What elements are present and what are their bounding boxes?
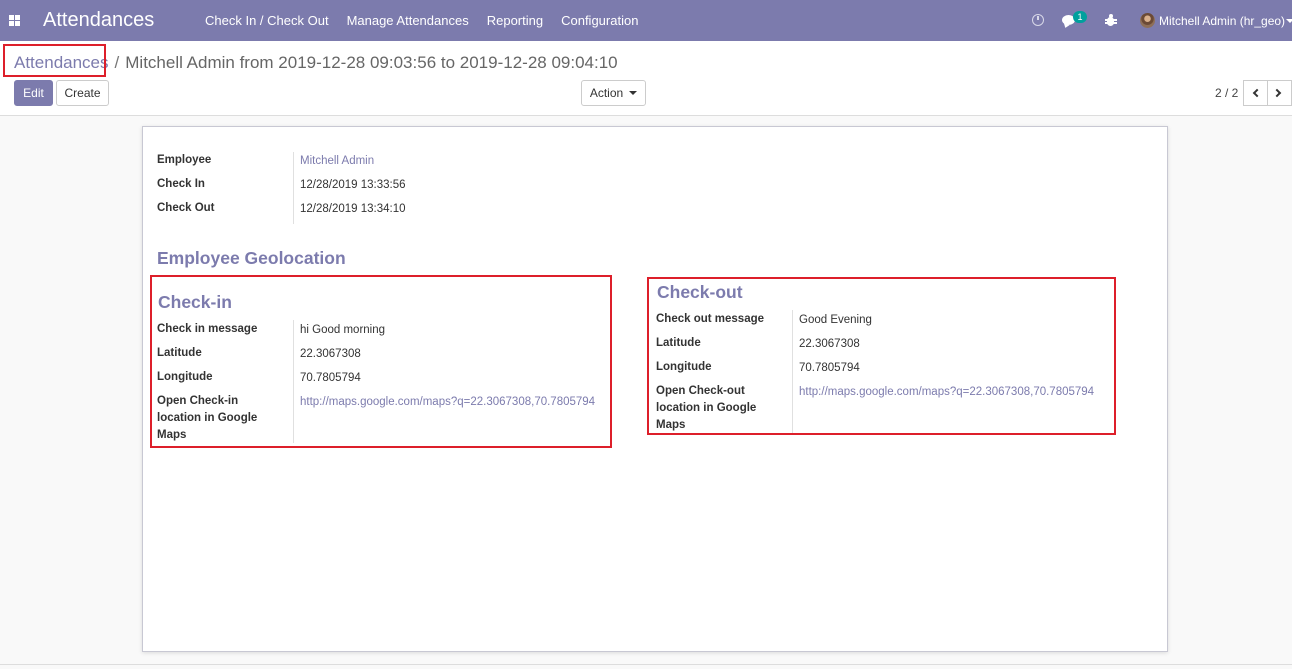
check-in-map-label-line: Open Check-in [157, 395, 239, 407]
action-dropdown[interactable]: Action [581, 80, 646, 106]
check-out-section-title: Check-out [657, 282, 743, 302]
apps-menu-icon[interactable] [9, 15, 20, 26]
check-in-longitude-label: Longitude [157, 371, 213, 383]
menu-reporting[interactable]: Reporting [478, 13, 552, 28]
menu-manage-attendances[interactable]: Manage Attendances [338, 13, 478, 28]
check-out-longitude-label: Longitude [656, 361, 712, 373]
check-out-message-value: Good Evening [799, 314, 872, 326]
check-in-label: Check In [157, 178, 205, 190]
app-brand[interactable]: Attendances [43, 9, 154, 31]
check-in-map-label: Open Check-in location in Google Maps [157, 393, 292, 444]
breadcrumb-separator: / [114, 53, 120, 72]
breadcrumb-current: Mitchell Admin from 2019-12-28 09:03:56 … [125, 53, 618, 72]
pager-previous-button[interactable] [1243, 80, 1268, 106]
main-menu: Check In / Check Out Manage Attendances … [196, 0, 647, 41]
check-out-map-label-line: Open Check-out [656, 385, 745, 397]
main-group-divider [293, 152, 294, 224]
check-out-latitude-label: Latitude [656, 337, 701, 349]
check-in-value: 12/28/2019 13:33:56 [300, 179, 406, 191]
check-out-latitude-value: 22.3067308 [799, 338, 860, 350]
breadcrumb-attendances-link[interactable]: Attendances [14, 53, 109, 72]
check-in-section-title: Check-in [158, 292, 232, 312]
check-out-map-label-line: location in Google [656, 402, 757, 414]
menu-check-in-check-out[interactable]: Check In / Check Out [196, 13, 338, 28]
menu-configuration[interactable]: Configuration [552, 13, 647, 28]
activity-clock-icon[interactable] [1032, 14, 1044, 26]
geolocation-title: Employee Geolocation [157, 248, 346, 268]
check-in-map-link[interactable]: http://maps.google.com/maps?q=22.3067308… [300, 394, 595, 411]
check-out-label: Check Out [157, 202, 215, 214]
caret-down-icon [629, 91, 638, 95]
employee-label: Employee [157, 154, 212, 166]
check-out-map-label: Open Check-out location in Google Maps [656, 383, 791, 434]
check-out-message-label: Check out message [656, 313, 765, 325]
control-panel: Attendances / Mitchell Admin from 2019-12-… [0, 41, 1292, 116]
check-in-map-label-line: location in Google [157, 412, 258, 424]
check-out-value: 12/28/2019 13:34:10 [300, 203, 406, 215]
pager-value[interactable]: 2 / 2 [1215, 86, 1238, 100]
check-in-longitude-value: 70.7805794 [300, 372, 361, 384]
user-menu[interactable]: Mitchell Admin (hr_geo) [1159, 14, 1285, 28]
chevron-left-icon [1252, 88, 1262, 98]
check-in-map-label-line: Maps [157, 429, 187, 441]
check-in-group-divider [293, 320, 294, 443]
check-in-message-label: Check in message [157, 323, 258, 335]
check-in-message-value: hi Good morning [300, 324, 386, 336]
form-sheet: Employee Mitchell Admin Check In 12/28/2… [142, 126, 1168, 652]
edit-button[interactable]: Edit [14, 80, 53, 106]
check-in-latitude-label: Latitude [157, 347, 202, 359]
user-caret-icon[interactable] [1286, 19, 1292, 23]
pager-next-button[interactable] [1267, 80, 1292, 106]
check-out-map-link[interactable]: http://maps.google.com/maps?q=22.3067308… [799, 384, 1094, 401]
create-button[interactable]: Create [56, 80, 109, 106]
breadcrumb: Attendances / Mitchell Admin from 2019-12-… [14, 53, 618, 73]
chevron-right-icon [1272, 88, 1282, 98]
top-navbar: Attendances Check In / Check Out Manage … [0, 0, 1292, 41]
action-label: Action [589, 86, 624, 100]
check-out-longitude-value: 70.7805794 [799, 362, 860, 374]
debug-bug-icon[interactable] [1104, 14, 1117, 26]
page-bottom-border [0, 664, 1292, 665]
check-out-group-divider [792, 310, 793, 433]
check-out-map-label-line: Maps [656, 419, 686, 431]
chat-badge: 1 [1073, 11, 1087, 23]
user-avatar[interactable] [1140, 13, 1155, 28]
check-in-latitude-value: 22.3067308 [300, 348, 361, 360]
employee-link[interactable]: Mitchell Admin [300, 153, 374, 170]
